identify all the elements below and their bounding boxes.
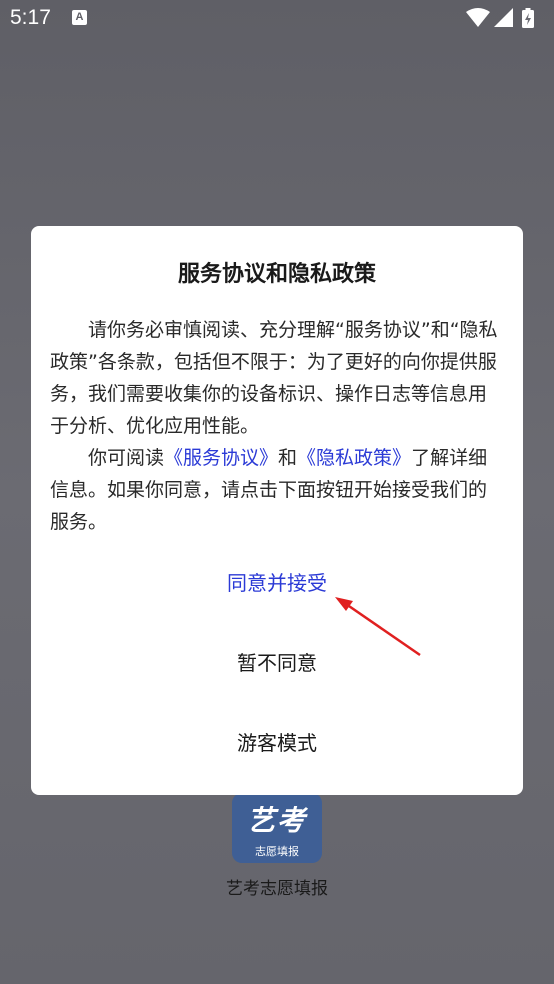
app-logo: 艺考 志愿填报: [232, 793, 322, 863]
dialog-title: 服务协议和隐私政策: [177, 262, 376, 287]
signal-icon: [494, 8, 513, 27]
dialog-paragraph-1: 请你务必审慎阅读、充分理解“服务协议”和“隐私政策”各条款，包括但不限于：为了更…: [50, 319, 498, 437]
logo-subtitle: 志愿填报: [255, 845, 299, 858]
privacy-policy-link[interactable]: 《隐私政策》: [297, 447, 411, 469]
accept-button[interactable]: 同意并接受: [31, 558, 523, 608]
dialog-paragraph-2: 你可阅读《服务协议》和《隐私政策》了解详细信息。如果你同意，请点击下面按钮开始接…: [50, 442, 504, 538]
dialog-body: 请你务必审慎阅读、充分理解“服务协议”和“隐私政策”各条款，包括但不限于：为了更…: [50, 314, 504, 538]
service-agreement-link[interactable]: 《服务协议》: [164, 447, 278, 469]
notification-a-icon: A: [72, 10, 87, 25]
wifi-icon: [466, 8, 490, 27]
logo-chars: 艺考: [246, 804, 307, 837]
paragraph-2-and: 和: [278, 447, 298, 469]
decline-button[interactable]: 暂不同意: [31, 638, 523, 688]
battery-icon: [522, 8, 534, 28]
status-bar: 5:17 A: [0, 0, 554, 38]
paragraph-2-prefix: 你可阅读: [88, 447, 165, 469]
guest-mode-button[interactable]: 游客模式: [31, 718, 523, 768]
privacy-dialog: 服务协议和隐私政策 请你务必审慎阅读、充分理解“服务协议”和“隐私政策”各条款，…: [31, 226, 523, 795]
status-time: 5:17: [10, 6, 51, 29]
app-name: 艺考志愿填报: [226, 879, 328, 899]
